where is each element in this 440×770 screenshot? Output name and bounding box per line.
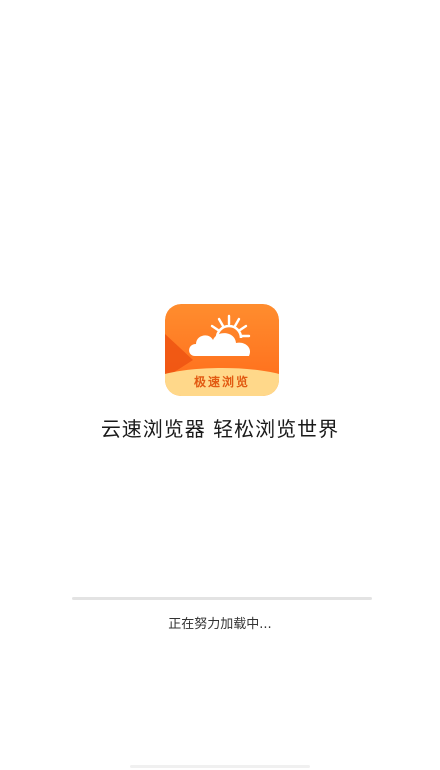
splash-slogan: 云速浏览器 轻松浏览世界 <box>100 417 340 441</box>
home-indicator[interactable] <box>130 765 310 768</box>
loading-progress-bar <box>72 597 372 600</box>
splash-screen: 极速浏览 云速浏览器 轻松浏览世界 正在努力加载中... <box>0 0 440 770</box>
loading-status-text: 正在努力加载中... <box>168 617 272 632</box>
app-icon-label: 极速浏览 <box>193 375 250 389</box>
app-logo-icon: 极速浏览 <box>165 304 279 396</box>
